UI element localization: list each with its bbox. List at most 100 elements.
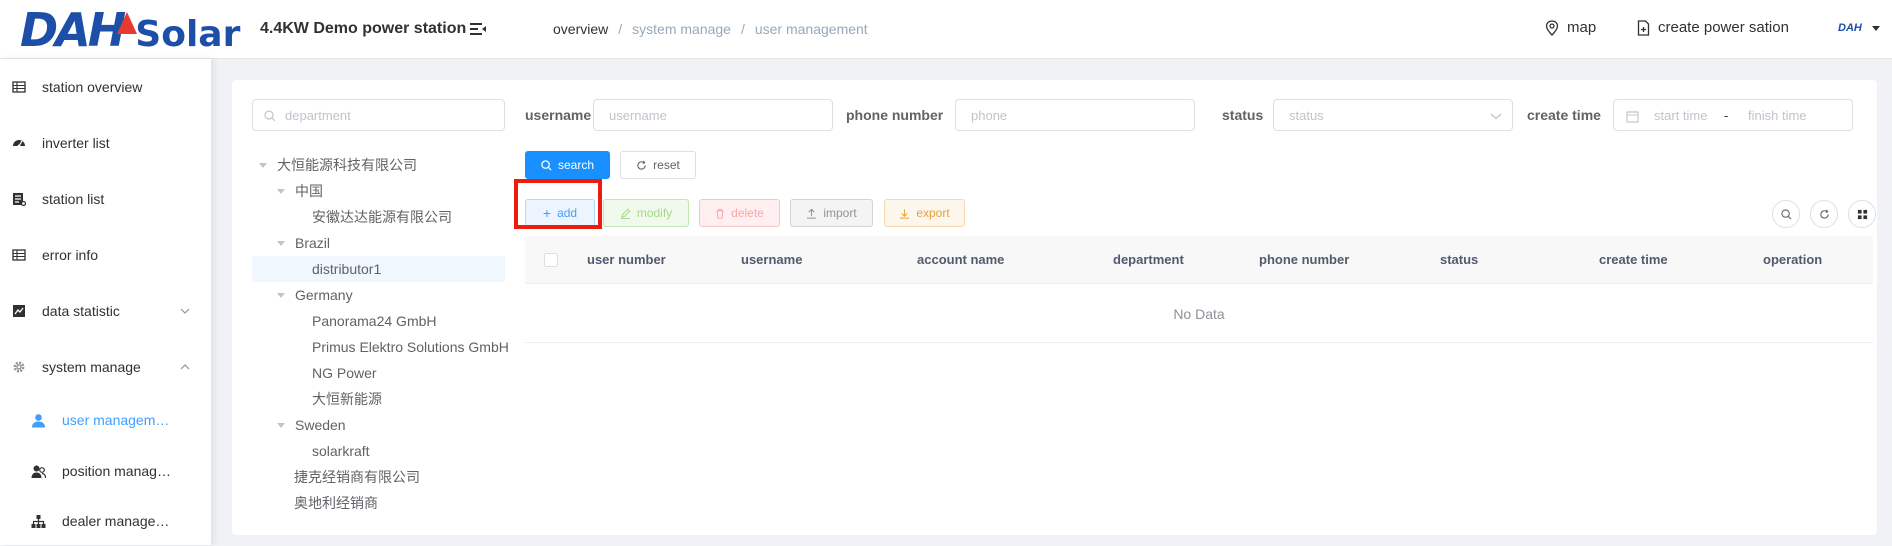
sidebar-subitem-dealer-management[interactable]: dealer management [0, 496, 212, 546]
tree-node[interactable]: Panorama24 GmbH [312, 308, 437, 334]
column-header-phone-number[interactable]: phone number [1259, 252, 1349, 267]
tree-node-label: solarkraft [312, 443, 370, 459]
sidebar-subitem-label: user management [62, 412, 172, 428]
column-settings-button[interactable] [1848, 200, 1876, 228]
tree-node[interactable]: 捷克经销商有限公司 [294, 464, 420, 490]
tree-node-label: 安徽达达能源有限公司 [312, 209, 452, 225]
annotation-highlight-box [514, 179, 602, 229]
chevron-up-icon [180, 364, 190, 370]
delete-button[interactable]: delete [699, 199, 780, 227]
status-placeholder: status [1289, 107, 1324, 123]
column-header-department[interactable]: department [1113, 252, 1184, 267]
tree-node[interactable]: 安徽达达能源有限公司 [312, 204, 452, 230]
chart-icon [13, 305, 25, 317]
import-button[interactable]: import [790, 199, 873, 227]
org-tree-icon [31, 514, 46, 528]
modify-button[interactable]: modify [603, 199, 689, 227]
tree-node[interactable]: Brazil [277, 230, 330, 256]
breadcrumb-system-manage: system manage [632, 21, 731, 37]
tree-node-label: Brazil [295, 235, 331, 251]
search-icon [541, 159, 552, 171]
column-header-account-name[interactable]: account name [917, 252, 1004, 267]
tree-node[interactable]: Primus Elektro Solutions GmbH [312, 334, 509, 360]
caret-down-icon [277, 292, 285, 298]
tree-node-selected[interactable]: distributor1 [312, 256, 381, 282]
trash-icon [716, 208, 724, 219]
tree-node[interactable]: Sweden [277, 412, 346, 438]
finish-time-placeholder: finish time [1748, 107, 1807, 123]
date-range-picker[interactable]: start time - finish time [1613, 99, 1853, 131]
username-label: username [525, 107, 592, 123]
caret-down-icon [1871, 25, 1880, 31]
user-icon [32, 413, 45, 427]
chevron-down-icon [180, 308, 190, 314]
tree-node-label: 奥地利经销商 [294, 495, 378, 511]
sidebar-item-inverter-list[interactable]: inverter list [0, 115, 212, 171]
avatar-dropdown[interactable]: DAH [1838, 22, 1880, 34]
column-header-user-number[interactable]: user number [587, 252, 666, 267]
caret-down-icon [277, 240, 285, 246]
tree-node[interactable]: solarkraft [312, 438, 370, 464]
sidebar-item-system-manage[interactable]: system manage [0, 339, 212, 395]
map-link[interactable]: map [1545, 19, 1596, 36]
status-select[interactable]: status [1273, 99, 1513, 131]
sidebar-item-label: station list [42, 191, 105, 207]
tree-node[interactable]: NG Power [312, 360, 377, 386]
import-button-label: import [823, 206, 857, 220]
sidebar-item-data-statistic[interactable]: data statistic [0, 283, 212, 339]
breadcrumb-separator: / [618, 21, 623, 37]
toggle-search-button[interactable] [1772, 200, 1800, 228]
tree-node[interactable]: 大恒能源科技有限公司 [259, 152, 417, 178]
create-power-station-link[interactable]: create power sation [1637, 19, 1789, 36]
sidebar-item-station-overview[interactable]: station overview [0, 59, 212, 115]
username-input[interactable]: username [593, 99, 833, 131]
breadcrumb-user-management: user management [754, 21, 868, 37]
reset-button-label: reset [653, 158, 680, 172]
refresh-icon [637, 160, 646, 170]
tree-node-label: Panorama24 GmbH [312, 313, 437, 329]
table-icon [12, 249, 26, 261]
tree-node-label: 中国 [295, 183, 323, 199]
download-icon [900, 208, 910, 219]
upload-icon [807, 208, 817, 219]
search-button-label: search [557, 158, 595, 172]
breadcrumb-overview[interactable]: overview [553, 21, 608, 37]
logo-flag-icon [117, 12, 138, 34]
tree-node[interactable]: 大恒新能源 [312, 386, 382, 412]
tree-node[interactable]: 中国 [277, 178, 323, 204]
tree-node[interactable]: Germany [277, 282, 353, 308]
location-pin-icon [1545, 19, 1559, 36]
column-header-operation[interactable]: operation [1763, 252, 1822, 267]
column-header-username[interactable]: username [741, 252, 802, 267]
reset-button[interactable]: reset [620, 151, 696, 179]
logo-solar-text: Solar [135, 13, 241, 55]
create-time-label: create time [1527, 107, 1601, 123]
empty-table-message: No Data [525, 285, 1873, 343]
phone-placeholder: phone [971, 107, 1008, 123]
column-header-status[interactable]: status [1440, 252, 1478, 267]
sidebar-subitem-user-management[interactable]: user management [0, 395, 212, 445]
modify-button-label: modify [636, 206, 673, 220]
select-all-checkbox[interactable] [544, 253, 558, 267]
sidebar-item-error-info[interactable]: error info [0, 227, 212, 283]
grid-icon [1857, 209, 1867, 219]
export-button[interactable]: export [884, 199, 965, 227]
menu-toggle-icon[interactable] [469, 20, 487, 38]
phone-input[interactable]: phone [955, 99, 1195, 131]
dah-solar-logo[interactable]: DAH Solar [20, 3, 241, 57]
sidebar-item-station-list[interactable]: station list [0, 171, 212, 227]
phone-number-label: phone number [846, 107, 944, 123]
search-button[interactable]: search [525, 151, 610, 179]
dashboard-icon [13, 140, 25, 148]
sidebar-subitem-label: position management [62, 463, 172, 479]
tree-node-label: Germany [295, 287, 353, 303]
refresh-icon [1819, 209, 1829, 219]
tree-node[interactable]: 奥地利经销商 [294, 490, 378, 516]
tree-node-label: distributor1 [312, 261, 382, 277]
department-search-input[interactable]: department [252, 99, 505, 131]
tree-node-label: 捷克经销商有限公司 [294, 469, 420, 485]
column-header-create-time[interactable]: create time [1599, 252, 1668, 267]
export-button-label: export [916, 206, 950, 220]
sidebar-subitem-position-management[interactable]: position management [0, 446, 212, 496]
refresh-table-button[interactable] [1810, 200, 1838, 228]
